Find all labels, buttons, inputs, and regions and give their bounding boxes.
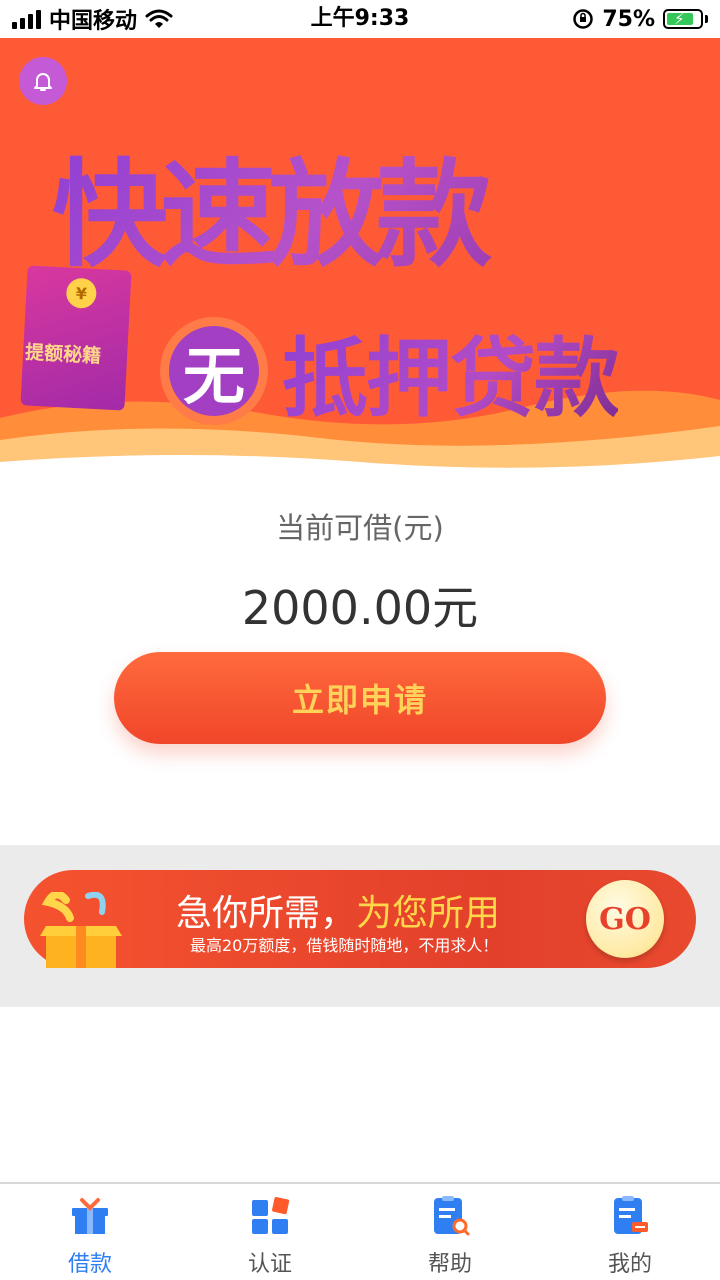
notification-button[interactable] — [19, 57, 67, 105]
tab-label: 认证 — [247, 1252, 292, 1277]
tab-label: 我的 — [607, 1252, 652, 1277]
loan-available-label: 当前可借(元) — [276, 511, 444, 545]
tab-label: 帮助 — [427, 1252, 472, 1277]
loan-amount: 2000.00元 — [241, 581, 479, 635]
tab-profile[interactable]: 我的 — [540, 1184, 720, 1280]
banner-subline: 抵押贷款 — [282, 308, 620, 433]
tab-help[interactable]: 帮助 — [360, 1184, 540, 1280]
go-label: GO — [599, 901, 651, 937]
profile-doc-icon — [614, 1196, 648, 1234]
battery-tip — [705, 15, 708, 23]
badge-circle: 无 — [160, 316, 268, 425]
help-doc-icon — [434, 1196, 470, 1236]
rotation-lock-icon — [573, 9, 594, 29]
bell-icon — [34, 73, 52, 91]
tab-borrow[interactable]: 借款 — [0, 1184, 180, 1280]
tab-verify[interactable]: 认证 — [180, 1184, 360, 1280]
promo-title: 急你所需，为您所用 — [176, 884, 500, 936]
promo-title-part1: 急你所需， — [176, 893, 357, 934]
apply-now-label: 立即申请 — [291, 681, 428, 719]
hero-banner[interactable]: ¥ 提额秘籍 快速放款 无 抵押贷款 — [0, 38, 720, 478]
gift-box-icon — [40, 892, 122, 968]
bottom-tab-bar: 借款 认证 帮助 我的 — [0, 1182, 720, 1280]
banner-subline-row: 无 抵押贷款 — [160, 313, 620, 429]
badge-text: 无 — [169, 325, 259, 416]
banner-headline: 快速放款 — [52, 141, 672, 291]
apply-now-button[interactable]: 立即申请 — [114, 652, 606, 744]
blocks-icon — [252, 1197, 290, 1234]
battery-percent: 75% — [602, 6, 655, 32]
status-bar: 中国移动 上午9:33 75% ⚡ — [0, 0, 720, 38]
battery-icon: ⚡ — [663, 9, 703, 29]
promo-subtitle: 最高20万额度，借钱随时随地，不用求人！ — [190, 936, 499, 955]
tab-label: 借款 — [67, 1252, 112, 1277]
status-right: 75% ⚡ — [572, 4, 708, 34]
gift-icon — [72, 1198, 108, 1234]
envelope-label: 提额秘籍 — [24, 341, 102, 368]
go-button[interactable]: GO — [586, 880, 664, 958]
promo-title-part2: 为您所用 — [356, 893, 501, 934]
